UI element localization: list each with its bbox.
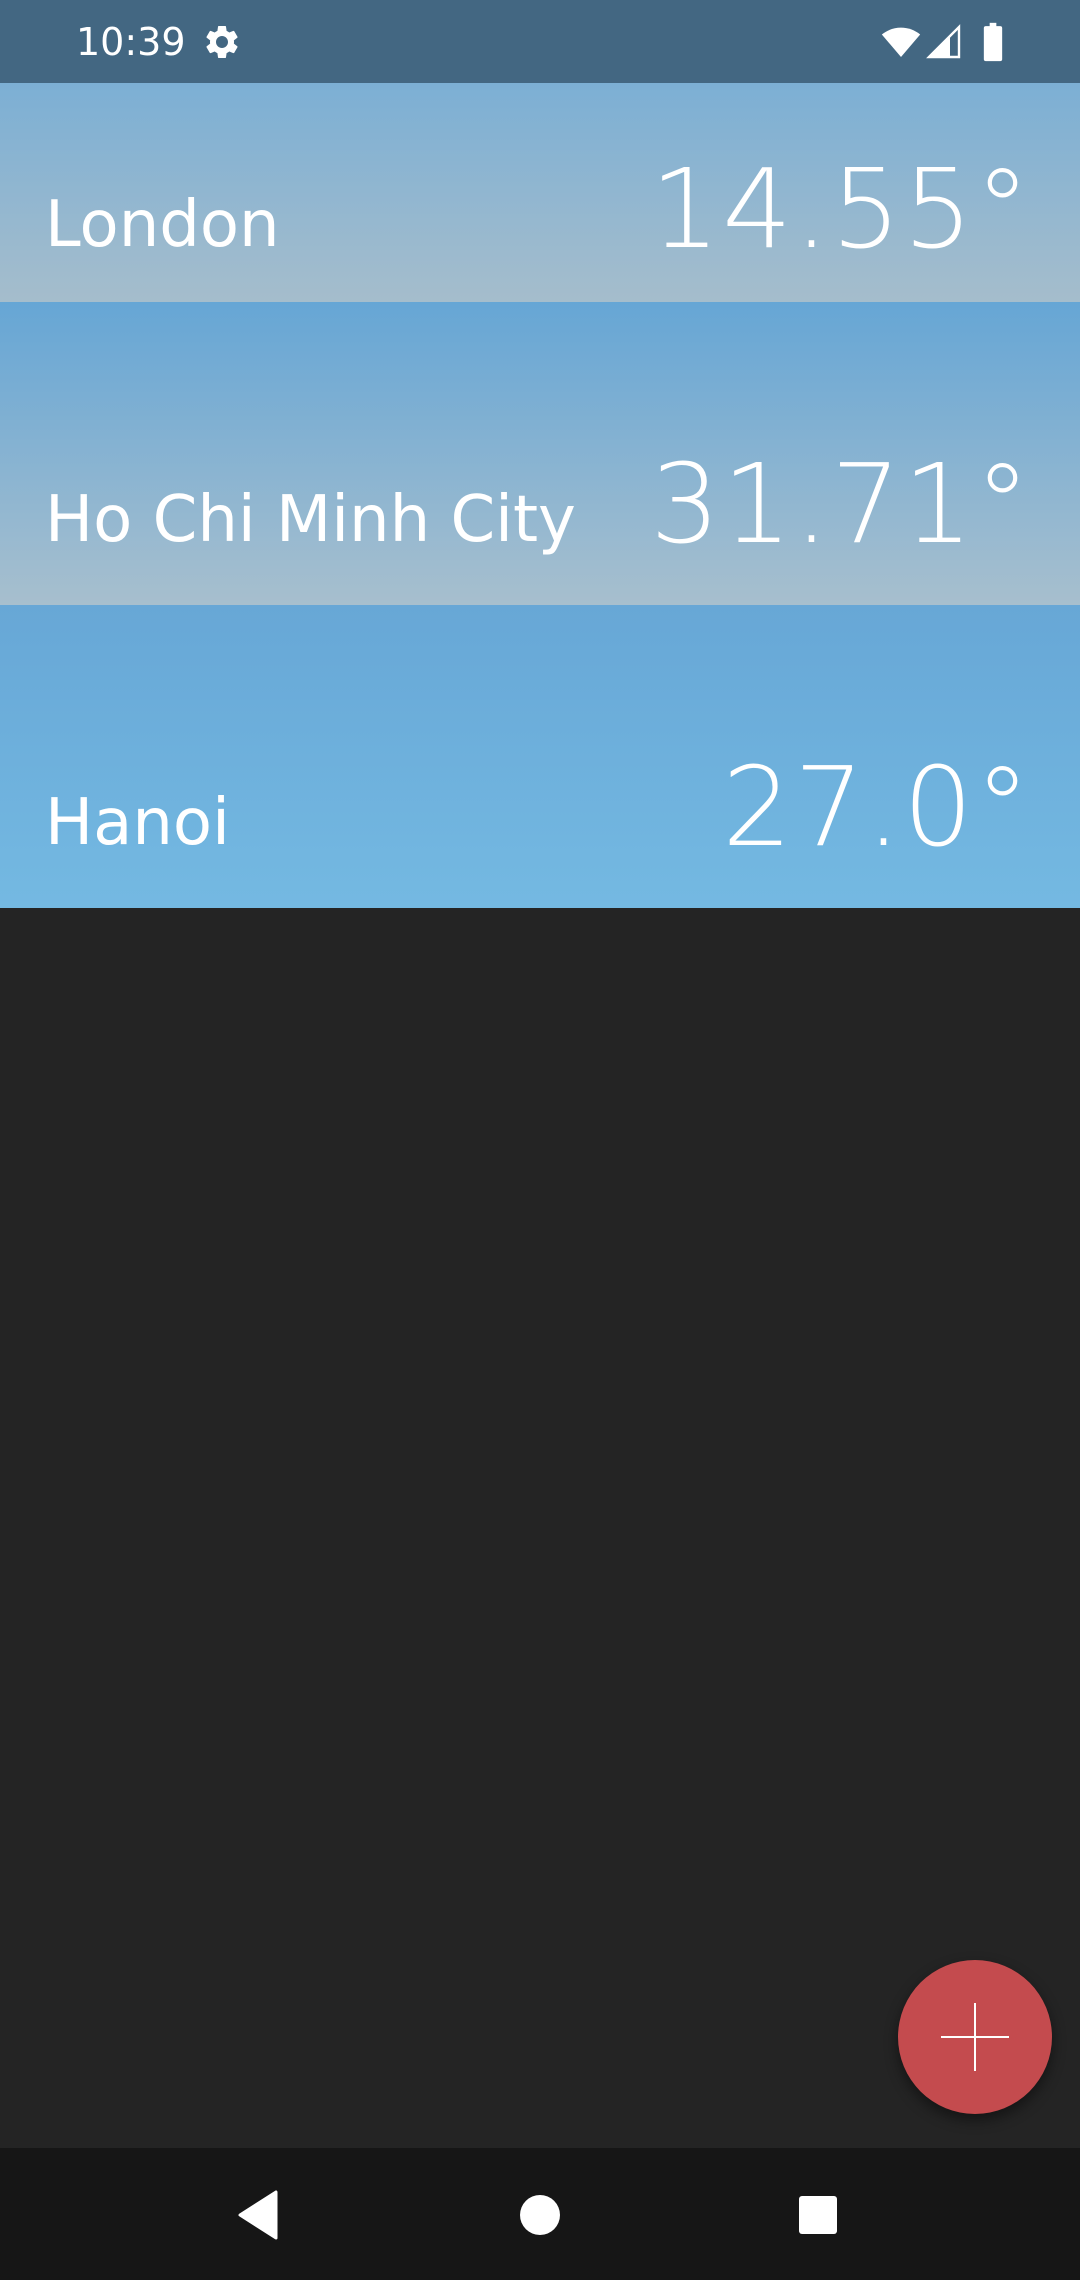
city-name: Ho Chi Minh City <box>45 483 576 557</box>
wifi-icon <box>881 27 921 57</box>
city-row-ho-chi-minh-city[interactable]: Ho Chi Minh City 31.71° <box>0 302 1080 605</box>
status-time: 10:39 <box>76 20 186 64</box>
home-icon[interactable] <box>513 2188 567 2242</box>
city-row-london[interactable]: London 14.55° <box>0 83 1080 302</box>
battery-icon <box>983 22 1003 62</box>
back-icon[interactable] <box>232 2188 286 2242</box>
status-bar: 10:39 <box>0 0 1080 83</box>
city-temperature: 31.71° <box>650 440 1032 568</box>
cell-signal-icon <box>926 24 961 59</box>
city-temperature: 27.0° <box>722 743 1032 871</box>
recents-icon[interactable] <box>791 2188 845 2242</box>
gear-icon <box>206 25 238 58</box>
city-row-hanoi[interactable]: Hanoi 27.0° <box>0 605 1080 908</box>
city-name: Hanoi <box>45 786 230 860</box>
app-screen: 10:39 London 14.55° Ho Chi Minh City 31.… <box>0 0 1080 2280</box>
navigation-bar <box>0 2148 1080 2280</box>
city-name: London <box>45 188 280 262</box>
city-temperature: 14.55° <box>650 145 1032 273</box>
plus-icon <box>941 2003 1009 2071</box>
add-city-button[interactable] <box>898 1960 1052 2114</box>
